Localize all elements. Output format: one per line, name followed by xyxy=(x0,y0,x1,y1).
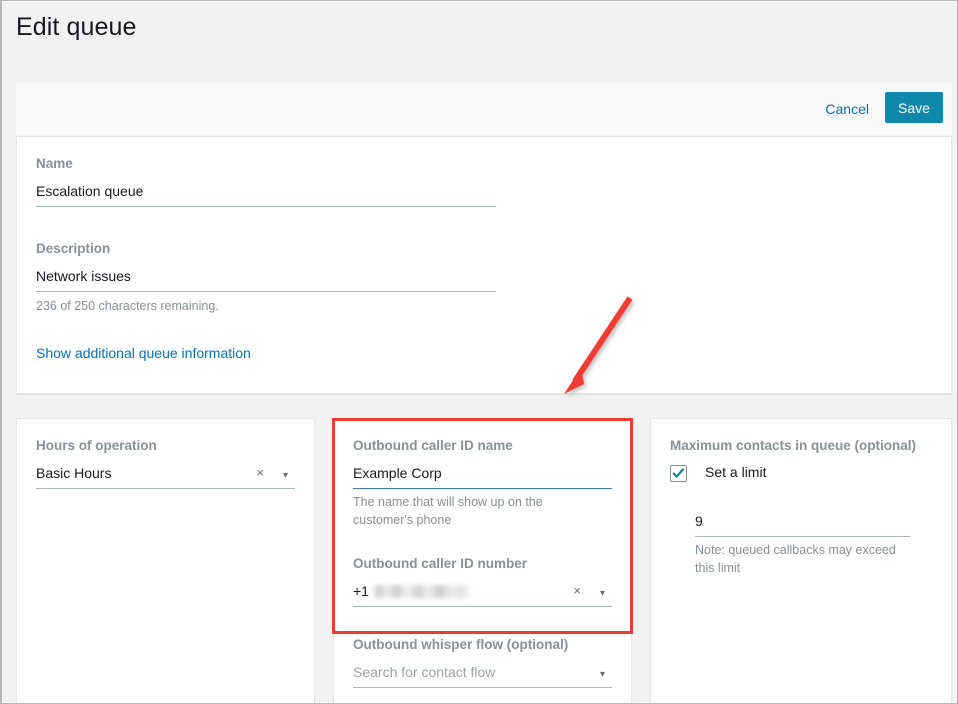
checkmark-icon xyxy=(672,467,685,480)
chevron-down-icon[interactable]: ▾ xyxy=(600,585,605,603)
hours-of-operation-value: Basic Hours xyxy=(36,465,111,481)
outbound-whisper-flow-label: Outbound whisper flow (optional) xyxy=(353,636,612,653)
action-bar: Cancel Save xyxy=(16,83,952,135)
outbound-caller-id-card: Outbound caller ID name Example Corp The… xyxy=(333,418,632,704)
page-title: Edit queue xyxy=(16,13,137,42)
limit-input[interactable]: 9 xyxy=(695,511,910,537)
cancel-button[interactable]: Cancel xyxy=(819,97,875,121)
chevron-down-icon[interactable]: ▾ xyxy=(600,666,605,684)
page-header: Edit queue xyxy=(2,1,958,83)
edit-queue-window: Edit queue Cancel Save Name Escalation q… xyxy=(0,0,958,704)
characters-remaining-text: 236 of 250 characters remaining. xyxy=(36,297,496,315)
show-additional-queue-information-link[interactable]: Show additional queue information xyxy=(36,345,251,361)
outbound-whisper-flow-placeholder: Search for contact flow xyxy=(353,664,495,680)
clear-icon[interactable]: × xyxy=(256,464,264,482)
redacted-phone-number xyxy=(371,585,471,598)
outbound-caller-id-number-prefix: +1 xyxy=(353,583,369,599)
maximum-contacts-label: Maximum contacts in queue (optional) xyxy=(670,437,932,454)
outbound-caller-id-name-input[interactable]: Example Corp xyxy=(353,463,612,489)
set-a-limit-label: Set a limit xyxy=(705,463,766,482)
set-a-limit-checkbox[interactable] xyxy=(670,465,687,482)
name-input[interactable]: Escalation queue xyxy=(36,181,496,207)
queue-details-card: Name Escalation queue Description Networ… xyxy=(16,136,952,394)
name-label: Name xyxy=(36,155,496,172)
description-input[interactable]: Network issues xyxy=(36,266,496,292)
outbound-caller-id-number-select[interactable]: +1 × ▾ xyxy=(353,581,612,607)
maximum-contacts-card: Maximum contacts in queue (optional) Set… xyxy=(650,418,952,704)
outbound-whisper-flow-select[interactable]: Search for contact flow ▾ xyxy=(353,662,612,688)
hours-of-operation-select[interactable]: Basic Hours × ▾ xyxy=(36,463,295,489)
clear-icon[interactable]: × xyxy=(573,582,581,600)
limit-note: Note: queued callbacks may exceed this l… xyxy=(695,541,910,577)
set-a-limit-row[interactable]: Set a limit xyxy=(670,463,932,482)
chevron-down-icon[interactable]: ▾ xyxy=(283,467,288,485)
outbound-caller-id-name-label: Outbound caller ID name xyxy=(353,437,612,454)
outbound-caller-id-number-label: Outbound caller ID number xyxy=(353,555,612,572)
hours-of-operation-card: Hours of operation Basic Hours × ▾ xyxy=(16,418,315,704)
hours-of-operation-label: Hours of operation xyxy=(36,437,295,454)
outbound-caller-id-name-help: The name that will show up on the custom… xyxy=(353,493,605,529)
save-button[interactable]: Save xyxy=(885,92,943,123)
description-label: Description xyxy=(36,240,496,257)
